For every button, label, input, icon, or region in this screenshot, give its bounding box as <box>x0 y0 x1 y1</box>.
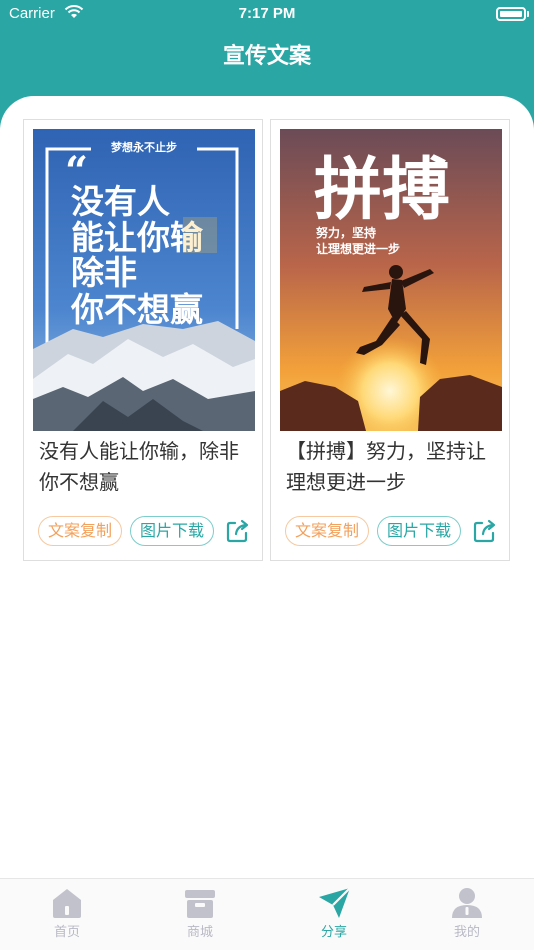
poster-sub-1: 努力，坚持 <box>316 225 376 240</box>
tab-share[interactable]: 分享 <box>294 887 374 940</box>
battery-cap <box>527 11 529 17</box>
copy-text-button[interactable]: 文案复制 <box>285 516 370 546</box>
tab-home-label: 首页 <box>53 925 80 940</box>
post-text: 没有人能让你输，除非你不想赢 <box>39 439 239 494</box>
tab-me[interactable]: 我的 <box>427 887 507 940</box>
poster-sub-2: 让理想更进一步 <box>316 241 400 256</box>
post-card[interactable]: 梦想永不止步 “ 没有人 能让你输 除非 你不想赢 没有人能让你输，除非你不想赢… <box>23 119 263 561</box>
poster-line-1: 没有人 <box>71 182 170 221</box>
tab-me-label: 我的 <box>453 925 480 940</box>
post-text: 【拼搏】努力，坚持让理想更进一步 <box>286 439 486 494</box>
person-icon <box>452 888 482 918</box>
tab-share-label: 分享 <box>320 925 347 940</box>
poster-line-4: 你不想赢 <box>70 290 203 329</box>
poster-headline: 拼搏 <box>314 151 450 230</box>
download-image-button[interactable]: 图片下载 <box>377 516 462 546</box>
clock: 7:17 PM <box>238 5 296 22</box>
tab-shop[interactable]: 商城 <box>160 887 240 940</box>
post-image[interactable]: 梦想永不止步 “ 没有人 能让你输 除非 你不想赢 <box>33 129 255 431</box>
shop-icon <box>185 890 215 918</box>
home-icon <box>53 889 81 918</box>
status-bar: Carrier 7:17 PM <box>0 0 534 28</box>
poster-tag: 梦想永不止步 <box>111 140 177 154</box>
battery-icon <box>496 7 526 21</box>
share-icon[interactable] <box>225 518 251 544</box>
page-title: 宣传文案 <box>222 44 311 69</box>
tab-shop-label: 商城 <box>186 925 213 940</box>
poster-line-3: 除非 <box>71 253 137 292</box>
post-card[interactable]: 拼搏 努力，坚持 让理想更进一步 【拼搏】努力，坚持让理想更进一步 文案复制 图… <box>270 119 510 561</box>
post-image[interactable]: 拼搏 努力，坚持 让理想更进一步 <box>280 129 502 431</box>
download-image-button[interactable]: 图片下载 <box>130 516 215 546</box>
paper-plane-icon <box>319 887 351 918</box>
tab-bar: 首页 商城 分享 我的 <box>0 878 534 950</box>
copy-text-button[interactable]: 文案复制 <box>38 516 123 546</box>
share-icon[interactable] <box>472 518 498 544</box>
tab-home[interactable]: 首页 <box>27 887 107 940</box>
